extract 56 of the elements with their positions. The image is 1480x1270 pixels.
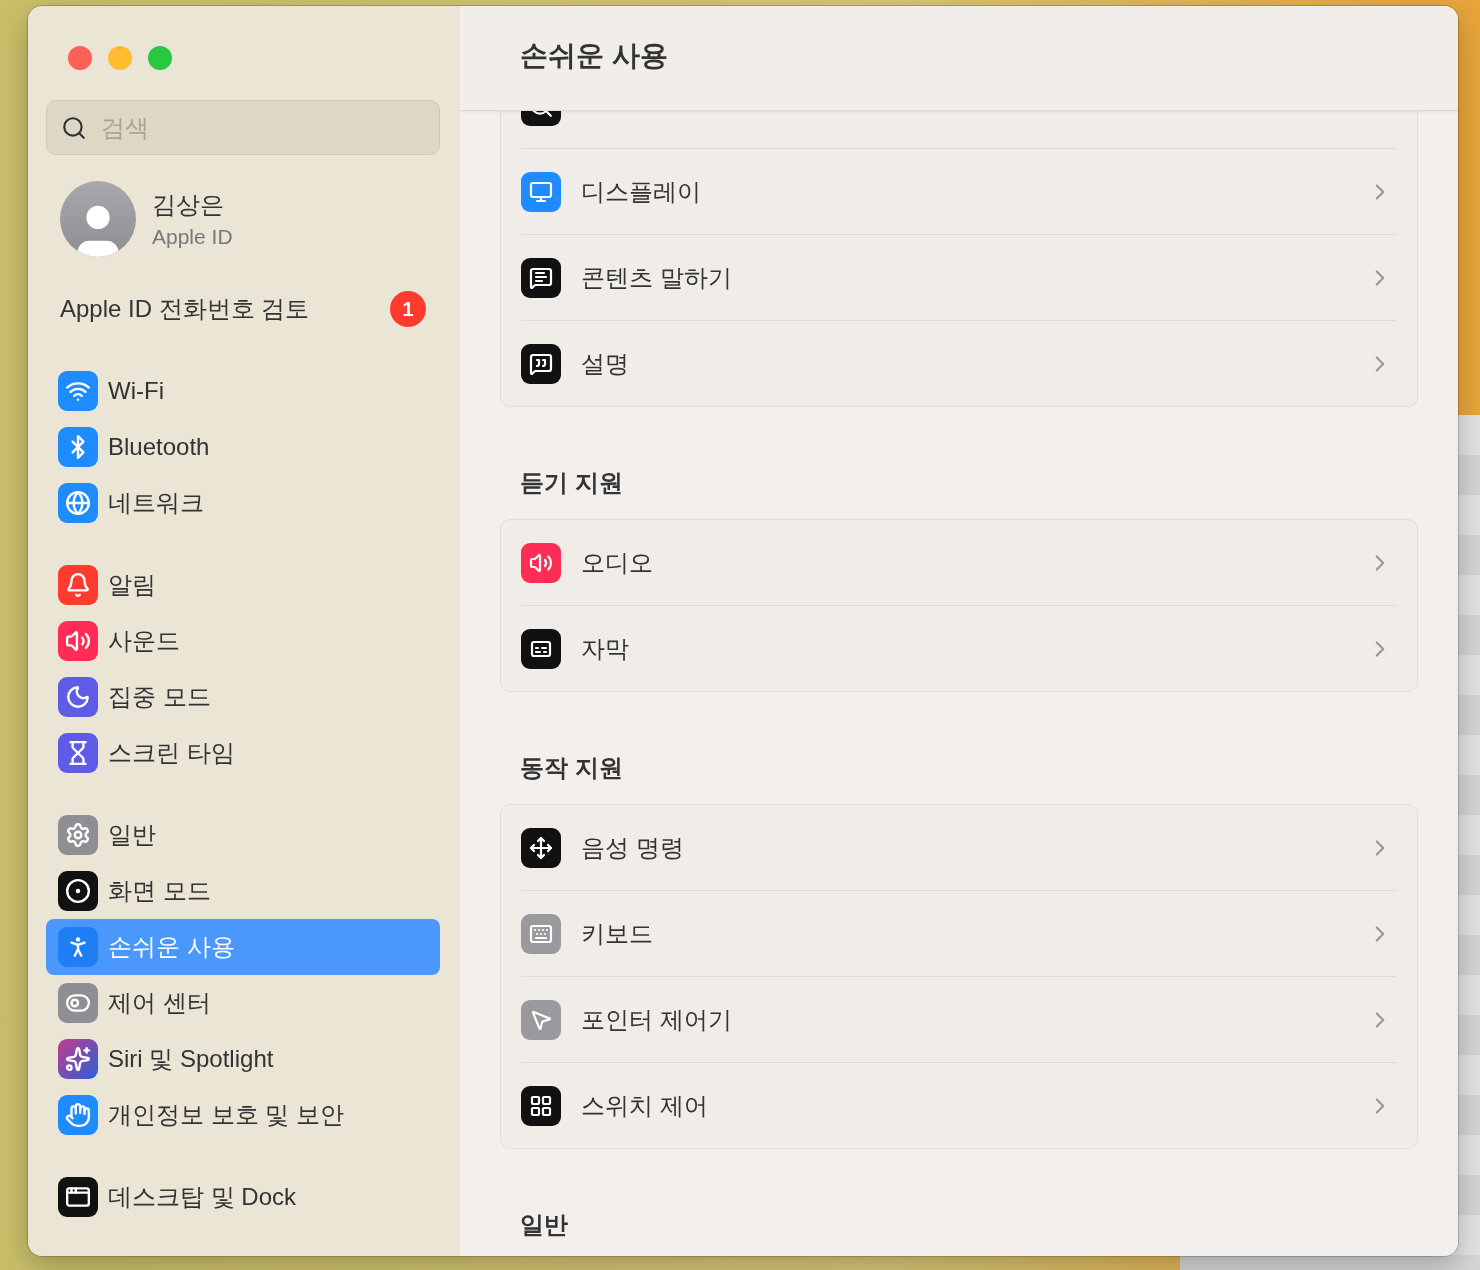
bell-icon	[58, 565, 98, 605]
zoom-button[interactable]	[148, 46, 172, 70]
captions-icon	[521, 628, 561, 669]
monitor-icon	[521, 171, 561, 212]
notice-label[interactable]: Apple ID 전화번호 검토	[60, 293, 310, 325]
settings-row[interactable]: 자막	[521, 605, 1397, 691]
sidebar-item[interactable]: Bluetooth	[46, 419, 440, 475]
sidebar-item[interactable]: 사운드	[46, 613, 440, 669]
sidebar-item[interactable]: 스크린 타임	[46, 725, 440, 781]
sidebar-item[interactable]: 개인정보 보호 및 보안	[46, 1087, 440, 1143]
gear-icon	[58, 815, 98, 855]
accessibility-icon	[58, 927, 98, 967]
speech-bubble-icon	[521, 257, 561, 298]
sidebar-item[interactable]: 집중 모드	[46, 669, 440, 725]
section-heading: 듣기 지원	[520, 468, 624, 498]
sidebar-item[interactable]: Wi-Fi	[46, 363, 440, 419]
keyboard-icon	[521, 913, 561, 954]
hand-icon	[58, 1095, 98, 1135]
sidebar-item[interactable]: 데스크탑 및 Dock	[46, 1169, 440, 1225]
sidebar-item[interactable]: 알림	[46, 557, 440, 613]
moon-icon	[58, 677, 98, 717]
account-name: 김상은	[152, 190, 225, 220]
settings-row[interactable]: 음성 명령	[521, 805, 1397, 890]
search-icon	[61, 114, 87, 141]
close-button[interactable]	[68, 46, 92, 70]
settings-row[interactable]: 스위치 제어	[521, 1062, 1397, 1148]
speaker-icon	[521, 542, 561, 583]
sidebar-item[interactable]: 화면 모드	[46, 863, 440, 919]
settings-row[interactable]: 설명	[521, 320, 1397, 406]
quote-bubble-icon	[521, 343, 561, 384]
toggle-icon	[58, 983, 98, 1023]
sparkle-icon	[58, 1039, 98, 1079]
window-icon	[58, 1177, 98, 1217]
notification-badge: 1	[390, 291, 426, 327]
minimize-button[interactable]	[108, 46, 132, 70]
move-icon	[521, 827, 561, 868]
settings-row[interactable]: 디스플레이	[521, 148, 1397, 234]
sidebar-item[interactable]: 일반	[46, 807, 440, 863]
wifi-icon	[58, 371, 98, 411]
sidebar-item[interactable]: Siri 및 Spotlight	[46, 1031, 440, 1087]
bluetooth-icon	[58, 427, 98, 467]
page-title: 손쉬운 사용	[520, 39, 668, 73]
speaker-icon	[58, 621, 98, 661]
settings-row[interactable]: 포인터 제어기	[521, 976, 1397, 1062]
section-heading: 동작 지원	[520, 753, 624, 783]
sidebar-item[interactable]: 제어 센터	[46, 975, 440, 1031]
pointer-icon	[521, 999, 561, 1040]
settings-row[interactable]: 콘텐츠 말하기	[521, 234, 1397, 320]
globe-icon	[58, 483, 98, 523]
grid-icon	[521, 1085, 561, 1126]
settings-row[interactable]: 오디오	[521, 520, 1397, 605]
sidebar-item[interactable]: 네트워크	[46, 475, 440, 531]
section-heading: 일반	[520, 1210, 569, 1240]
hourglass-icon	[58, 733, 98, 773]
settings-row[interactable]: 키보드	[521, 890, 1397, 976]
account-subtitle: Apple ID	[152, 225, 233, 249]
